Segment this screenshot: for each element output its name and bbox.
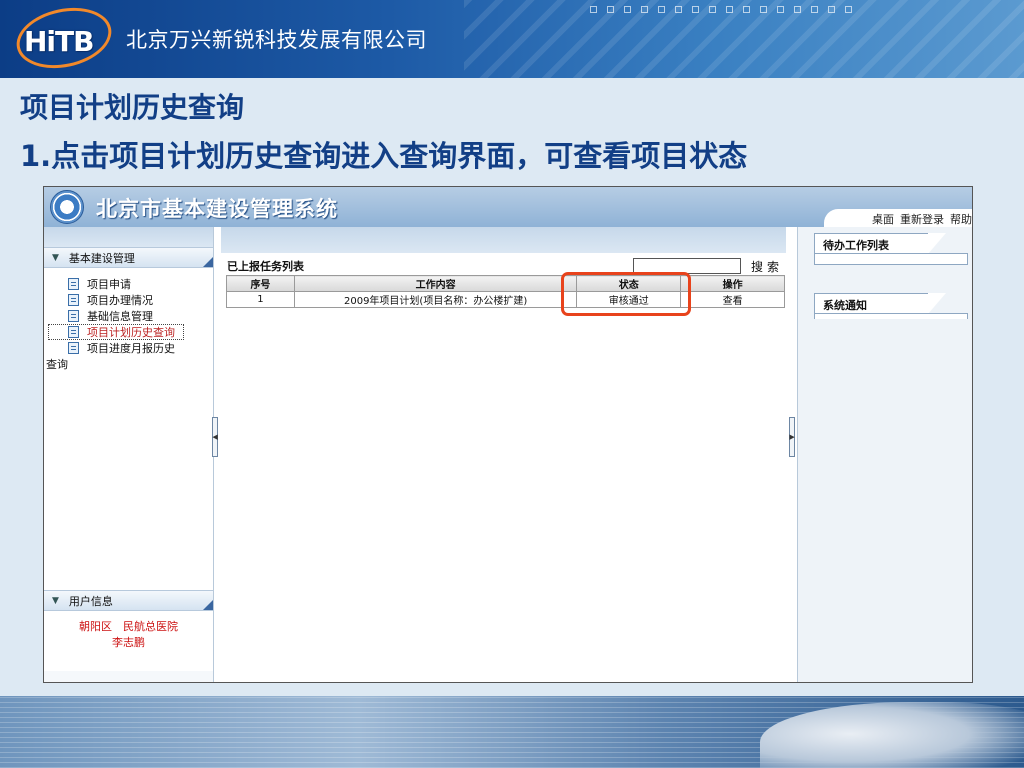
cell-content: 2009年项目计划(项目名称：办公楼扩建) bbox=[293, 291, 578, 308]
chevron-down-icon: ▼ bbox=[52, 595, 59, 606]
section-user-info[interactable]: ▼ 用户信息 bbox=[44, 590, 213, 611]
app-screenshot: 北京市基本建设管理系统 桌面 重新登录 帮助 ▼ 基本建设管理 项目申请 项目办… bbox=[43, 186, 973, 683]
nav-item-label: 项目进度月报历史 bbox=[87, 342, 175, 355]
user-org: 朝阳区 民航总医院 bbox=[79, 620, 178, 633]
nav-item-project-apply[interactable]: 项目申请 bbox=[44, 276, 213, 292]
nav-item-basic-info[interactable]: 基础信息管理 bbox=[44, 308, 213, 324]
section-label: 基本建设管理 bbox=[68, 251, 135, 265]
nav-item-label: 项目计划历史查询 bbox=[87, 326, 175, 339]
slide-header-band: HiTB 北京万兴新锐科技发展有限公司 bbox=[0, 0, 1024, 78]
col-header-status: 状态 bbox=[576, 275, 682, 292]
app-title: 北京市基本建设管理系统 bbox=[96, 197, 338, 221]
document-icon bbox=[68, 342, 79, 354]
tab-system-notice[interactable]: 系统通知 bbox=[814, 293, 946, 314]
tab-todo-list[interactable]: 待办工作列表 bbox=[814, 233, 946, 254]
document-icon bbox=[68, 326, 79, 338]
nav-item-project-status[interactable]: 项目办理情况 bbox=[44, 292, 213, 308]
cell-status: 审核通过 bbox=[576, 291, 682, 308]
document-icon bbox=[68, 310, 79, 322]
document-icon bbox=[68, 294, 79, 306]
app-banner: 北京市基本建设管理系统 桌面 重新登录 帮助 bbox=[44, 187, 972, 229]
company-name: 北京万兴新锐科技发展有限公司 bbox=[126, 28, 427, 52]
chevron-down-icon: ▼ bbox=[52, 252, 59, 263]
nav-item-label: 项目办理情况 bbox=[87, 294, 153, 307]
desktop-link[interactable]: 桌面 bbox=[872, 211, 894, 227]
right-panel: 待办工作列表 系统通知 bbox=[797, 227, 972, 682]
collapse-left-button[interactable]: ◀ bbox=[212, 417, 218, 457]
search-button[interactable]: 搜索 bbox=[745, 258, 789, 274]
task-list-toolbar: 已上报任务列表 搜索 bbox=[227, 257, 789, 275]
user-info: 朝阳区 民航总医院 李志鹏 bbox=[44, 611, 213, 671]
nav-item-monthly-report-history[interactable]: 项目进度月报历史 bbox=[44, 340, 213, 356]
view-link[interactable]: 查看 bbox=[680, 291, 785, 308]
todo-list-box bbox=[814, 253, 968, 265]
user-name: 李志鹏 bbox=[112, 636, 145, 649]
nav-item-plan-history[interactable]: 项目计划历史查询 bbox=[48, 324, 184, 340]
nav-item-label-wrap[interactable]: 查询 bbox=[44, 356, 213, 372]
section-construction-mgmt[interactable]: ▼ 基本建设管理 bbox=[44, 247, 213, 268]
task-table: 序号 工作内容 状态 操作 1 2009年项目计划(项目名称：办公楼扩建) 审核… bbox=[226, 275, 785, 308]
nav-item-label: 基础信息管理 bbox=[87, 310, 153, 323]
left-nav-panel: ▼ 基本建设管理 项目申请 项目办理情况 基础信息管理 项目计划历史查询 项目进… bbox=[44, 227, 214, 682]
slide-subtitle: 1.点击项目计划历史查询进入查询界面，可查看项目状态 bbox=[20, 139, 748, 173]
col-header-no: 序号 bbox=[226, 275, 295, 292]
nav-tree: 项目申请 项目办理情况 基础信息管理 项目计划历史查询 项目进度月报历史 查询 bbox=[44, 268, 213, 372]
slide-title: 项目计划历史查询 bbox=[20, 91, 245, 124]
col-header-action: 操作 bbox=[680, 275, 785, 292]
emblem-icon bbox=[50, 190, 84, 224]
task-list-title: 已上报任务列表 bbox=[227, 260, 304, 273]
document-icon bbox=[68, 278, 79, 290]
col-header-content: 工作内容 bbox=[293, 275, 578, 292]
corner-icon bbox=[203, 600, 213, 610]
help-link[interactable]: 帮助 bbox=[950, 211, 972, 227]
search-input[interactable] bbox=[633, 258, 741, 274]
notice-box bbox=[814, 313, 968, 319]
cell-no: 1 bbox=[226, 291, 295, 308]
section-label: 用户信息 bbox=[68, 594, 113, 608]
nav-item-label: 项目申请 bbox=[87, 278, 131, 291]
company-logo: HiTB bbox=[11, 0, 117, 77]
main-content: 已上报任务列表 搜索 序号 工作内容 状态 操作 1 2009年项目计划(项目名… bbox=[221, 227, 789, 682]
collapse-right-button[interactable]: ▶ bbox=[789, 417, 795, 457]
table-header-row: 序号 工作内容 状态 操作 bbox=[226, 275, 785, 292]
slide-footer-band bbox=[0, 696, 1024, 768]
corner-icon bbox=[203, 257, 213, 267]
app-top-links: 桌面 重新登录 帮助 bbox=[824, 209, 972, 229]
header-decoration bbox=[590, 6, 852, 13]
relogin-link[interactable]: 重新登录 bbox=[900, 211, 944, 227]
table-row: 1 2009年项目计划(项目名称：办公楼扩建) 审核通过 查看 bbox=[226, 291, 785, 308]
